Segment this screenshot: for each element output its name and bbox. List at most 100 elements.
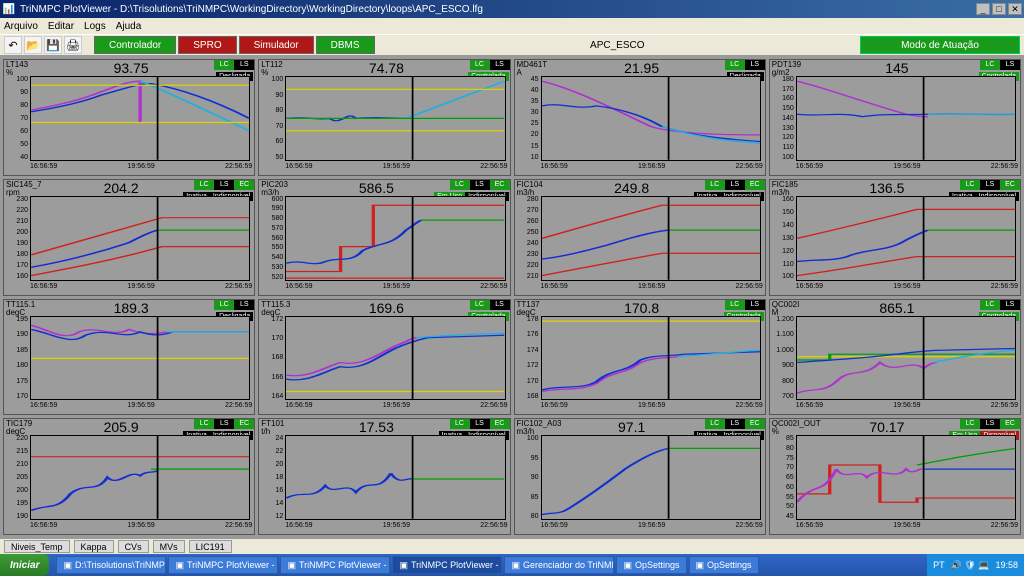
y-axis: 600590580570560550540530520	[261, 196, 285, 281]
tray-icons[interactable]: 🔊 🛡 💻	[951, 560, 990, 571]
plot-area[interactable]	[285, 196, 505, 281]
plot-area[interactable]	[285, 316, 505, 401]
minimize-button[interactable]: _	[976, 3, 990, 15]
tab-spro[interactable]: SPRO	[178, 36, 236, 54]
plot-tag-label: LT112%	[259, 60, 303, 74]
app-icon: 📊	[2, 2, 16, 16]
maximize-button[interactable]: □	[992, 3, 1006, 15]
lang-indicator[interactable]: PT	[933, 560, 945, 570]
plot-FT101[interactable]: FT101t/h 17.53 LCLSEC InativaIndisponíve…	[258, 418, 510, 535]
plot-area[interactable]	[541, 76, 761, 161]
y-axis: 172170168166164	[261, 316, 285, 401]
menu-logs[interactable]: Logs	[84, 21, 106, 32]
x-axis: 16:56:5919:56:5922:56:59	[541, 402, 763, 412]
plot-QC002I[interactable]: QC002IM 865.1 LCLS Controlada 1.2001.100…	[769, 299, 1021, 416]
plot-value: 204.2	[48, 180, 194, 194]
plot-value: 249.8	[559, 180, 705, 194]
plot-tag-label: TIC179degC	[4, 419, 48, 433]
y-axis: 160150140130120110100	[772, 196, 796, 281]
task-item[interactable]: ▣TriNMPC PlotViewer - ...	[392, 556, 502, 574]
save-icon[interactable]: 💾	[44, 36, 62, 54]
badge-lc: LC	[705, 180, 725, 190]
undo-icon[interactable]: ↶	[4, 36, 22, 54]
plot-LT143[interactable]: LT143% 93.75 LCLS Desligada 100908070605…	[3, 59, 255, 176]
badge-ec: EC	[1000, 419, 1020, 429]
badge-lc: LC	[725, 60, 745, 70]
plot-area[interactable]	[541, 435, 761, 520]
plot-value: 136.5	[814, 180, 960, 194]
taskbar: Iniciar ▣D:\Trisolutions\TriNMPC\...▣Tri…	[0, 554, 1024, 576]
task-item[interactable]: ▣Gerenciador do TriNMPC	[504, 556, 614, 574]
plot-TT137[interactable]: TT137degC 170.8 LCLS Controlada 17817617…	[514, 299, 766, 416]
plot-PDT139[interactable]: PDT139g/m2 145 LCLS Controlada 180170160…	[769, 59, 1021, 176]
plot-value: 189.3	[48, 300, 214, 314]
tab-controlador[interactable]: Controlador	[94, 36, 176, 54]
tab-dbms[interactable]: DBMS	[316, 36, 375, 54]
plot-tag-label: SIC145_7rpm	[4, 180, 48, 194]
bottom-tab-niveis_temp[interactable]: Niveis_Temp	[4, 540, 70, 553]
plot-area[interactable]	[285, 76, 505, 161]
tab-simulador[interactable]: Simulador	[239, 36, 314, 54]
plot-PIC203[interactable]: PIC203m3/h 586.5 LCLSEC Em UsoIndisponív…	[258, 179, 510, 296]
plot-tag-label: QC002I_OUT%	[770, 419, 814, 433]
bottom-tab-mvs[interactable]: MVs	[153, 540, 185, 553]
y-axis: 100908070605040	[6, 76, 30, 161]
bottom-tab-cvs[interactable]: CVs	[118, 540, 149, 553]
plot-area[interactable]	[30, 76, 250, 161]
plot-value: 205.9	[48, 419, 194, 433]
plot-area[interactable]	[30, 196, 250, 281]
badge-ls: LS	[745, 60, 765, 70]
plot-area[interactable]	[541, 196, 761, 281]
modo-atuacao-button[interactable]: Modo de Atuação	[860, 36, 1020, 54]
plot-TT115.1[interactable]: TT115.1degC 189.3 LCLS Desligada 1951901…	[3, 299, 255, 416]
plot-TIC179[interactable]: TIC179degC 205.9 LCLSEC InativaIndisponí…	[3, 418, 255, 535]
plot-area[interactable]	[30, 435, 250, 520]
plot-tag-label: PIC203m3/h	[259, 180, 303, 194]
y-axis: 10095908580	[517, 435, 541, 520]
plot-grid: LT143% 93.75 LCLS Desligada 100908070605…	[0, 56, 1024, 538]
plot-area[interactable]	[796, 76, 1016, 161]
plot-FIC102_A03[interactable]: FIC102_A03m3/h 97.1 LCLSEC InativaIndisp…	[514, 418, 766, 535]
open-icon[interactable]: 📂	[24, 36, 42, 54]
print-icon[interactable]: 🖨	[64, 36, 82, 54]
y-axis: 230220210200190180170160	[6, 196, 30, 281]
bottom-tab-kappa[interactable]: Kappa	[74, 540, 114, 553]
y-axis: 1.2001.1001.000900800700	[772, 316, 796, 401]
plot-FIC185[interactable]: FIC185m3/h 136.5 LCLSEC InativaIndisponí…	[769, 179, 1021, 296]
plot-area[interactable]	[541, 316, 761, 401]
bottom-tab-lic191[interactable]: LIC191	[189, 540, 232, 553]
menu-editar[interactable]: Editar	[48, 21, 74, 32]
start-button[interactable]: Iniciar	[0, 554, 49, 576]
menu-arquivo[interactable]: Arquivo	[4, 21, 38, 32]
plot-area[interactable]	[285, 435, 505, 520]
close-button[interactable]: ✕	[1008, 3, 1022, 15]
plot-area[interactable]	[796, 316, 1016, 401]
badge-ls: LS	[745, 300, 765, 310]
badge-lc: LC	[470, 60, 490, 70]
x-axis: 16:56:5919:56:5922:56:59	[541, 163, 763, 173]
plot-SIC145_7[interactable]: SIC145_7rpm 204.2 LCLSEC InativaIndispon…	[3, 179, 255, 296]
plot-MD461T[interactable]: MD461TA 21.95 LCLS Desligada 45403530252…	[514, 59, 766, 176]
project-name-label: APC_ESCO	[377, 40, 858, 51]
badge-ls: LS	[490, 60, 510, 70]
plot-QC002I_OUT[interactable]: QC002I_OUT% 70.17 LCLSEC Em UsoDisponíve…	[769, 418, 1021, 535]
x-axis: 16:56:5919:56:5922:56:59	[541, 283, 763, 293]
plot-tag-label: LT143%	[4, 60, 48, 74]
plot-LT112[interactable]: LT112% 74.78 LCLS Controlada 10090807060…	[258, 59, 510, 176]
clock[interactable]: 19:58	[995, 560, 1018, 570]
plot-area[interactable]	[30, 316, 250, 401]
system-tray[interactable]: PT 🔊 🛡 💻 19:58	[927, 554, 1024, 576]
plot-area[interactable]	[796, 435, 1016, 520]
plot-TT115.3[interactable]: TT115.3degC 169.6 LCLS Controlada 172170…	[258, 299, 510, 416]
task-item[interactable]: ▣TriNMPC PlotViewer - D:\...	[280, 556, 390, 574]
menu-ajuda[interactable]: Ajuda	[116, 21, 142, 32]
x-axis: 16:56:5919:56:5922:56:59	[30, 402, 252, 412]
badge-lc: LC	[980, 300, 1000, 310]
plot-FIC104[interactable]: FIC104m3/h 249.8 LCLSEC InativaIndisponí…	[514, 179, 766, 296]
task-item[interactable]: ▣TriNMPC PlotViewer - D:\...	[168, 556, 278, 574]
task-item[interactable]: ▣OpSettings	[616, 556, 686, 574]
badge-ls: LS	[980, 419, 1000, 429]
task-item[interactable]: ▣OpSettings	[689, 556, 759, 574]
plot-area[interactable]	[796, 196, 1016, 281]
task-item[interactable]: ▣D:\Trisolutions\TriNMPC\...	[56, 556, 166, 574]
